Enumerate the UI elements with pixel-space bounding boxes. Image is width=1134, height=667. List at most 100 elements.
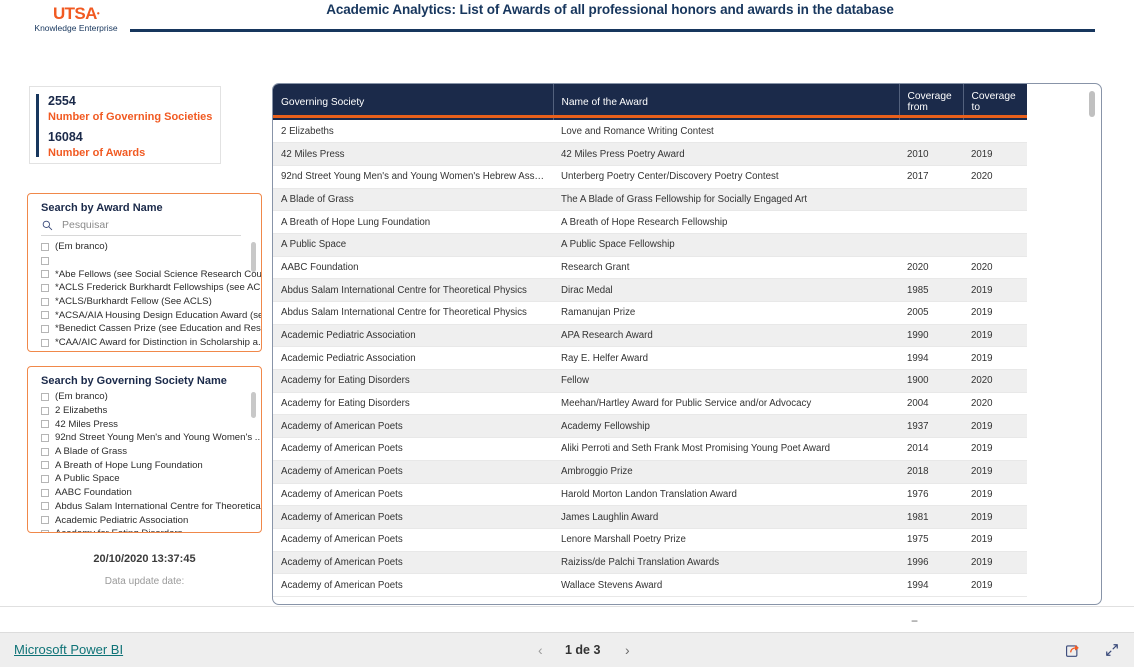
cell-coverage-from: 1975 [899, 528, 963, 552]
slicer-award-item[interactable]: *ACLS Frederick Burkhardt Fellowships (s… [41, 281, 261, 295]
cell-governing-society: Academy of American Poets [273, 437, 553, 461]
table-row[interactable]: AABC Foundation Research Grant 2020 2020 [273, 256, 1027, 280]
slicer-award-item[interactable]: *Abe Fellows (see Social Science Researc… [41, 267, 261, 281]
checkbox-icon[interactable] [41, 283, 49, 292]
table-row[interactable]: Academy of American Poets Academy Fellows… [273, 414, 1027, 439]
slicer-society-item[interactable]: (Em branco) [41, 390, 261, 404]
slicer-award-item-label: *ACSA/AIA Housing Design Education Award… [55, 309, 261, 321]
slicer-award-item[interactable]: (Em branco) [41, 240, 261, 254]
checkbox-icon[interactable] [41, 338, 49, 347]
slicer-award-search-underline [41, 235, 241, 236]
checkbox-icon[interactable] [41, 256, 49, 265]
slicer-award-item[interactable]: *ACLS/Burkhardt Fellow (See ACLS) [41, 295, 261, 309]
slicer-society-item[interactable]: 92nd Street Young Men's and Young Women'… [41, 431, 261, 445]
share-icon[interactable] [1066, 643, 1081, 657]
cell-award-name: Harold Morton Landon Translation Award [553, 483, 899, 507]
checkbox-icon[interactable] [41, 529, 49, 532]
table-row[interactable]: Abdus Salam International Centre for The… [273, 278, 1027, 302]
slicer-society-item[interactable]: Academic Pediatric Association [41, 513, 261, 527]
slicer-governing-society[interactable]: Search by Governing Society Name (Em bra… [27, 366, 262, 533]
checkbox-icon[interactable] [41, 502, 49, 511]
cell-award-name: APA Research Award [553, 324, 899, 348]
cell-coverage-to: 2019 [963, 551, 1027, 575]
table-row[interactable]: Academy for Eating Disorders Meehan/Hartl… [273, 392, 1027, 416]
slicer-award-scrollbar[interactable] [251, 242, 256, 272]
table-row[interactable]: 92nd Street Young Men's and Young Women'… [273, 165, 1027, 189]
cell-governing-society: Academy of American Poets [273, 460, 553, 484]
slicer-society-scrollbar[interactable] [251, 392, 256, 418]
slicer-society-item[interactable]: A Blade of Grass [41, 445, 261, 459]
table-row[interactable]: A Public Space A Public Space Fellowship [273, 233, 1027, 257]
slicer-society-item[interactable]: AABC Foundation [41, 486, 261, 500]
table-row[interactable]: Academy for Eating Disorders Fellow 1900 20… [273, 369, 1027, 393]
checkbox-icon[interactable] [41, 488, 49, 497]
slicer-society-item[interactable]: Academy for Eating Disorders [41, 527, 261, 532]
slicer-society-item-label: A Breath of Hope Lung Foundation [55, 459, 203, 471]
cell-award-name: Unterberg Poetry Center/Discovery Poetry… [553, 165, 899, 189]
previous-page-button[interactable]: ‹ [538, 642, 543, 658]
next-page-button[interactable]: › [625, 642, 630, 658]
table-row[interactable]: A Breath of Hope Lung Foundation A Breath… [273, 210, 1027, 234]
table-row[interactable]: Academy of American Poets Raiziss/de Palc… [273, 551, 1027, 575]
cell-coverage-from: 1937 [899, 414, 963, 439]
table-row[interactable]: Academy of American Poets Aliki Perroti a… [273, 437, 1027, 461]
checkbox-icon[interactable] [41, 270, 49, 279]
checkbox-icon[interactable] [41, 297, 49, 306]
slicer-award-list[interactable]: (Em branco) *Abe Fellows (see Social Scie… [28, 240, 261, 352]
slicer-award-item[interactable]: *ACSA/AIA Housing Design Education Award… [41, 308, 261, 322]
table-row[interactable]: 2 Elizabeths Love and Romance Writing Con… [273, 120, 1027, 144]
checkbox-icon[interactable] [41, 447, 49, 456]
checkbox-icon[interactable] [41, 516, 49, 525]
table-row[interactable]: Academy of American Poets Harold Morton L… [273, 483, 1027, 507]
utsa-logo-wordmark: UTSA• [30, 5, 122, 22]
table-row[interactable]: Academic Pediatric Association APA Resear… [273, 324, 1027, 348]
cell-governing-society: Academy of American Poets [273, 573, 553, 597]
checkbox-icon[interactable] [41, 324, 49, 333]
zoom-out-button[interactable]: − [911, 615, 918, 627]
slicer-award-item[interactable] [41, 254, 261, 268]
table-row[interactable]: Academy of American Poets Wallace Stevens… [273, 573, 1027, 597]
checkbox-icon[interactable] [41, 420, 49, 429]
checkbox-icon[interactable] [41, 392, 49, 401]
slicer-society-list[interactable]: (Em branco) 2 Elizabeths 42 Miles Press 92n… [28, 390, 261, 532]
slicer-society-item[interactable]: A Breath of Hope Lung Foundation [41, 458, 261, 472]
slicer-award-search[interactable]: Pesquisar [41, 217, 261, 237]
checkbox-icon[interactable] [41, 311, 49, 320]
slicer-award-name[interactable]: Search by Award Name Pesquisar (Em branc… [27, 193, 262, 352]
cell-award-name: Ambroggio Prize [553, 460, 899, 484]
checkbox-icon[interactable] [41, 433, 49, 442]
cell-coverage-from: 1985 [899, 278, 963, 302]
awards-table-visual[interactable]: Governing Society Name of the Award Cove… [272, 83, 1102, 605]
slicer-award-item[interactable]: *CAA/AIC Award for Distinction in Schola… [41, 336, 261, 350]
slicer-society-item[interactable]: 42 Miles Press [41, 417, 261, 431]
table-row[interactable]: 42 Miles Press 42 Miles Press Poetry Awar… [273, 142, 1027, 166]
checkbox-icon[interactable] [41, 474, 49, 483]
slicer-society-item-label: A Blade of Grass [55, 446, 127, 458]
table-row[interactable]: Academy of American Poets James Laughlin … [273, 505, 1027, 529]
slicer-society-item[interactable]: A Public Space [41, 472, 261, 486]
slicer-society-item[interactable]: 2 Elizabeths [41, 404, 261, 418]
cell-award-name: Meehan/Hartley Award for Public Service … [553, 392, 899, 416]
slicer-award-item-label: *CAA/AIC Award for Distinction in Schola… [55, 337, 261, 349]
cell-governing-society: Academic Pediatric Association [273, 346, 553, 371]
slicer-award-item[interactable]: *Benedict Cassen Prize (see Education an… [41, 322, 261, 336]
cell-coverage-to: 2020 [963, 369, 1027, 393]
table-row[interactable]: Academic Pediatric Association Ray E. Hel… [273, 346, 1027, 371]
slicer-award-item[interactable]: *Charles F. Rand Memorial Gold Medal (Se… [41, 350, 261, 352]
slicer-society-item-label: Abdus Salam International Centre for The… [55, 500, 261, 512]
table-row[interactable]: Abdus Salam International Centre for The… [273, 301, 1027, 325]
microsoft-power-bi-link[interactable]: Microsoft Power BI [14, 642, 123, 657]
slicer-award-title: Search by Award Name [41, 202, 163, 214]
checkbox-icon[interactable] [41, 461, 49, 470]
cell-coverage-to: 2020 [963, 165, 1027, 189]
table-row[interactable]: A Blade of Grass The A Blade of Grass Fel… [273, 188, 1027, 212]
fullscreen-expand-icon[interactable] [1105, 643, 1119, 657]
slicer-society-item-label: Academy for Eating Disorders [55, 528, 182, 532]
checkbox-icon[interactable] [41, 242, 49, 251]
cell-coverage-from [899, 210, 963, 234]
table-row[interactable]: Academy of American Poets Lenore Marshall… [273, 528, 1027, 552]
table-row[interactable]: Academy of American Poets Ambroggio Prize… [273, 460, 1027, 484]
checkbox-icon[interactable] [41, 406, 49, 415]
table-vertical-scrollbar[interactable] [1089, 91, 1095, 117]
slicer-society-item[interactable]: Abdus Salam International Centre for The… [41, 500, 261, 514]
